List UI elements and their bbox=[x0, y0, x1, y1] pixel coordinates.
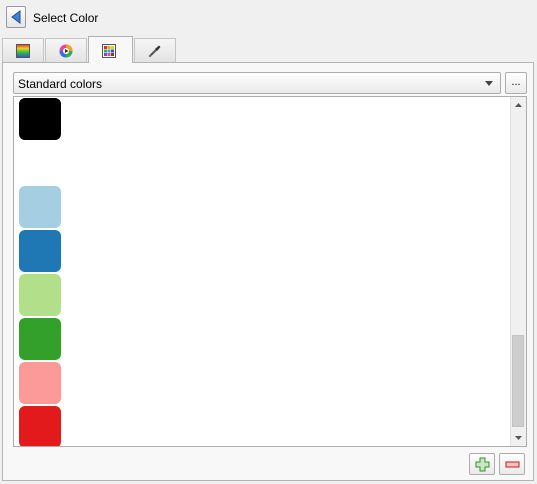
swatch[interactable] bbox=[19, 98, 61, 140]
swatch[interactable] bbox=[19, 362, 61, 404]
back-button[interactable] bbox=[6, 6, 26, 28]
palette-panel: Standard colors ... bbox=[2, 62, 534, 481]
plus-icon bbox=[475, 457, 490, 472]
vertical-scrollbar[interactable] bbox=[510, 97, 526, 446]
dialog-title: Select Color bbox=[33, 11, 99, 25]
arrow-down-icon bbox=[515, 436, 522, 440]
minus-icon bbox=[505, 461, 520, 468]
scroll-up-button[interactable] bbox=[511, 97, 526, 113]
tab-color-picker[interactable] bbox=[134, 38, 176, 62]
arrow-left-icon bbox=[11, 10, 21, 24]
tab-color-wheel[interactable] bbox=[45, 38, 87, 62]
palette-dropdown[interactable]: Standard colors bbox=[13, 72, 501, 94]
tab-color-ramp[interactable] bbox=[2, 38, 44, 62]
color-wheel-icon bbox=[59, 44, 73, 58]
color-ramp-icon bbox=[16, 44, 30, 58]
scroll-down-button[interactable] bbox=[511, 430, 526, 446]
arrow-up-icon bbox=[515, 103, 522, 107]
palette-dropdown-value: Standard colors bbox=[18, 77, 103, 91]
scroll-thumb[interactable] bbox=[512, 335, 524, 427]
swatch[interactable] bbox=[19, 274, 61, 316]
swatch[interactable] bbox=[19, 230, 61, 272]
tab-color-palette[interactable] bbox=[88, 36, 133, 63]
swatch[interactable] bbox=[19, 318, 61, 360]
swatch[interactable] bbox=[19, 186, 61, 228]
swatch[interactable] bbox=[19, 142, 61, 184]
color-palette-grid-icon bbox=[102, 44, 116, 58]
swatch[interactable] bbox=[19, 406, 61, 446]
add-color-button[interactable] bbox=[469, 453, 495, 475]
palette-menu-button[interactable]: ... bbox=[505, 72, 527, 94]
remove-color-button[interactable] bbox=[499, 453, 525, 475]
chevron-down-icon bbox=[485, 81, 493, 86]
eyedropper-icon bbox=[148, 45, 161, 58]
color-swatch-list[interactable] bbox=[13, 96, 527, 447]
